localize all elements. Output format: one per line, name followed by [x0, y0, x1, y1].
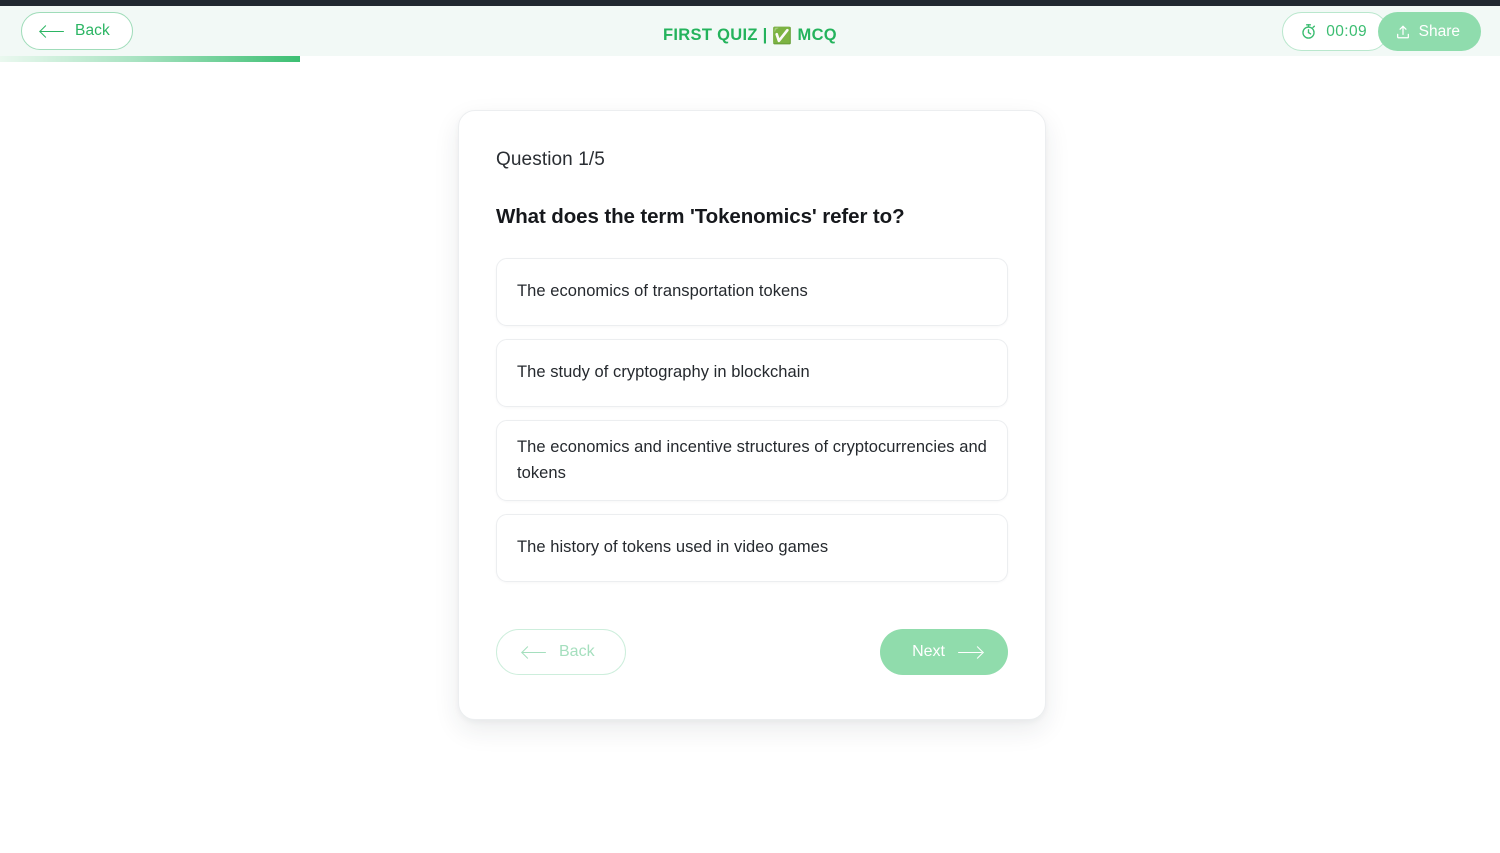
answer-option-label: The economics of transportation tokens — [517, 282, 808, 301]
previous-question-button[interactable]: Back — [496, 629, 626, 676]
timer-display: 00:09 — [1282, 12, 1388, 51]
stopwatch-icon — [1302, 24, 1316, 39]
answer-option[interactable]: The economics of transportation tokens — [496, 258, 1008, 326]
quiz-progress-bar — [0, 56, 1500, 62]
page-title-type: MCQ — [797, 26, 837, 44]
answer-option-label: The economics and incentive structures o… — [517, 438, 987, 482]
question-text: What does the term 'Tokenomics' refer to… — [496, 205, 905, 228]
page-title-main: FIRST QUIZ | — [663, 26, 768, 44]
next-question-button[interactable]: Next — [880, 629, 1008, 676]
answer-option[interactable]: The history of tokens used in video game… — [496, 514, 1008, 583]
quiz-progress-fill — [0, 56, 300, 62]
question-counter: Question 1/5 — [496, 149, 605, 170]
page-title: FIRST QUIZ | ✅ MCQ — [0, 26, 1500, 46]
share-upload-icon — [1396, 25, 1409, 38]
arrow-right-icon — [958, 646, 982, 658]
answer-option-label: The study of cryptography in blockchain — [517, 363, 810, 382]
answer-option-label: The history of tokens used in video game… — [517, 538, 829, 557]
share-label: Share — [1418, 22, 1460, 40]
answer-options-list: The economics of transportation tokens T… — [496, 258, 1008, 583]
share-button[interactable]: Share — [1377, 12, 1481, 51]
previous-question-label: Back — [559, 643, 595, 661]
question-navigation: Back Next — [496, 629, 1008, 676]
timer-value: 00:09 — [1326, 22, 1367, 40]
next-question-label: Next — [912, 643, 945, 661]
answer-option[interactable]: The economics and incentive structures o… — [496, 420, 1008, 502]
answer-option[interactable]: The study of cryptography in blockchain — [496, 339, 1008, 407]
app-header: Back FIRST QUIZ | ✅ MCQ 00:09 Share — [0, 6, 1500, 58]
check-mark-icon: ✅ — [772, 28, 793, 45]
arrow-left-icon — [522, 646, 546, 658]
quiz-page: Back FIRST QUIZ | ✅ MCQ 00:09 Share Ques… — [0, 0, 1500, 853]
question-card: Question 1/5 What does the term 'Tokenom… — [458, 110, 1046, 721]
